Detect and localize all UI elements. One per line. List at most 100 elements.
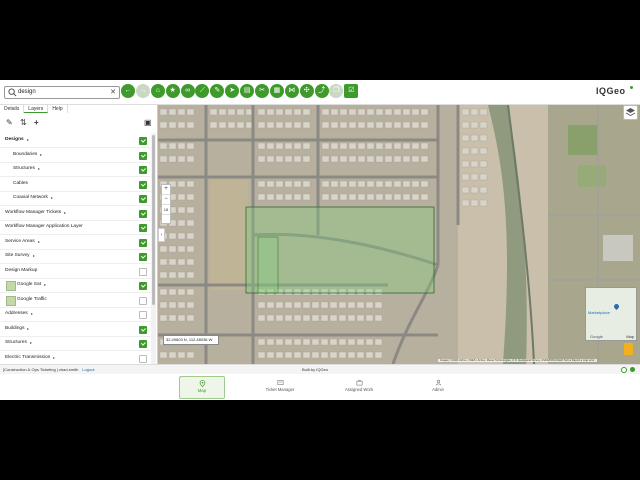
app-window: design ✕ ← → ⌂ ★ ∞ ⟋ ✎ ➤ ▤ ✂ ▦ ⋈ ✣ ⤴ ❐ ☑ IQGeo Details … — [0, 80, 640, 400]
overview-minimap[interactable]: Marketplace Google Map — [585, 287, 637, 341]
expand-arrow-icon[interactable]: ▸ — [27, 322, 29, 336]
scissors-icon: ✂ — [259, 87, 265, 94]
search-input[interactable]: design ✕ — [4, 86, 120, 99]
expand-arrow-icon[interactable]: ▸ — [40, 148, 42, 162]
layer-row[interactable]: Google Sat ▸ — [0, 278, 151, 293]
layer-row[interactable]: Electric Transmission ▸ — [0, 351, 151, 365]
layer-visibility-checkbox[interactable] — [139, 354, 147, 363]
link-button[interactable]: ∞ — [180, 84, 195, 98]
layer-row[interactable]: Addresses ▸ — [0, 307, 151, 322]
copy-button[interactable]: ❐ — [329, 84, 344, 98]
admin-icon — [435, 379, 441, 386]
layer-visibility-checkbox[interactable] — [139, 137, 147, 145]
layer-visibility-checkbox[interactable] — [139, 238, 147, 247]
layer-visibility-checkbox[interactable] — [139, 325, 147, 334]
network-button[interactable]: ⋈ — [284, 84, 299, 98]
nav-map[interactable]: Map — [179, 376, 225, 399]
minimap-label: Marketplace — [588, 310, 610, 315]
tab-help[interactable]: Help — [48, 105, 68, 113]
map-view[interactable] — [158, 105, 640, 364]
nav-admin-label: Admin — [432, 387, 444, 392]
expand-arrow-icon[interactable]: ▸ — [51, 191, 53, 205]
trace-button[interactable]: ✣ — [299, 84, 314, 98]
expand-arrow-icon[interactable]: ▸ — [31, 307, 33, 321]
zoom-in-button[interactable]: + — [162, 185, 170, 195]
edit-icon[interactable]: ✎ — [6, 118, 13, 128]
layer-visibility-checkbox[interactable] — [139, 209, 147, 218]
expand-arrow-icon[interactable]: ▸ — [53, 351, 55, 365]
tab-layers[interactable]: Layers — [24, 105, 49, 113]
search-value[interactable]: design — [18, 88, 36, 97]
layer-row[interactable]: Buildings ▸ — [0, 322, 151, 337]
layer-visibility-checkbox[interactable] — [139, 340, 147, 348]
layer-row[interactable]: Site Survey ▸ — [0, 249, 151, 264]
layer-row[interactable]: Workflow Manager Application Layer — [0, 220, 151, 235]
briefcase-icon — [356, 380, 362, 386]
back-icon: ← — [124, 87, 132, 94]
layer-visibility-checkbox[interactable] — [139, 296, 147, 305]
zoom-out-button[interactable]: − — [162, 195, 170, 205]
table-button[interactable]: ▦ — [269, 84, 284, 98]
layer-visibility-checkbox[interactable] — [139, 166, 147, 174]
satellite-imagery[interactable] — [158, 105, 640, 364]
minimap-map-label: Map — [626, 334, 634, 339]
layer-visibility-checkbox[interactable] — [139, 253, 147, 261]
layer-row[interactable]: Design Markup — [0, 264, 151, 279]
expand-arrow-icon[interactable]: ▸ — [44, 278, 46, 292]
home-button[interactable]: ⌂ — [150, 84, 165, 98]
layer-visibility-checkbox[interactable] — [139, 224, 147, 232]
navigate-button[interactable]: ➤ — [225, 84, 240, 98]
layer-row[interactable]: Service Areas ▸ — [0, 235, 151, 250]
logout-link[interactable]: Logout — [82, 367, 94, 372]
street-view-pegman-icon[interactable] — [624, 343, 633, 355]
map-pin-icon — [199, 380, 205, 387]
layer-label: Addresses — [5, 311, 28, 316]
expand-arrow-icon[interactable]: ▸ — [33, 249, 35, 263]
nav-admin[interactable]: Admin — [416, 376, 460, 397]
expand-arrow-icon[interactable]: ▸ — [38, 162, 40, 176]
forward-button[interactable]: → — [135, 84, 150, 98]
layer-row[interactable]: Designs ▸ — [0, 133, 151, 148]
layer-list: Designs ▸ Boundaries ▸ Structures ▸ Cables Coax… — [0, 133, 151, 364]
map-layers-button[interactable] — [623, 105, 638, 120]
expand-arrow-icon[interactable]: ▸ — [64, 206, 66, 220]
layer-row[interactable]: Structures ▸ — [0, 336, 151, 351]
layer-row[interactable]: Google Traffic — [0, 293, 151, 308]
ruler-button[interactable]: ⟋ — [195, 84, 210, 98]
scrollbar-thumb[interactable] — [152, 135, 155, 305]
nav-assigned-work[interactable]: Assigned Work — [337, 376, 381, 397]
collapse-panel-button[interactable]: ‹ — [158, 228, 165, 242]
share-button[interactable]: ⤴ — [314, 84, 329, 98]
add-layer-icon[interactable]: + — [34, 118, 39, 128]
print-button[interactable]: ▤ — [240, 84, 255, 98]
layer-row[interactable]: Coaxial Network ▸ — [0, 191, 151, 206]
ruler-icon: ⟋ — [200, 87, 205, 94]
layer-visibility-checkbox[interactable] — [139, 151, 147, 160]
pencil-button[interactable]: ✎ — [210, 84, 225, 98]
scissors-button[interactable]: ✂ — [255, 84, 270, 98]
layer-label: Workflow Manager Application Layer — [5, 224, 83, 229]
close-icon[interactable]: ✕ — [110, 87, 116, 98]
layer-row[interactable]: Structures ▸ — [0, 162, 151, 177]
layer-list-scrollbar[interactable] — [151, 133, 156, 364]
bottom-navigation: Map Ticket Manager Assigned Work Admin — [0, 374, 640, 400]
pencil-icon: ✎ — [214, 87, 221, 94]
layer-row[interactable]: Workflow Manager Tickets ▸ — [0, 206, 151, 221]
layer-row[interactable]: Boundaries ▸ — [0, 148, 151, 163]
expand-arrow-icon[interactable]: ▸ — [30, 336, 32, 350]
back-button[interactable]: ← — [121, 84, 135, 98]
sort-icon[interactable]: ⇅ — [20, 118, 27, 128]
layer-row[interactable]: Cables — [0, 177, 151, 192]
layer-visibility-checkbox[interactable] — [139, 180, 147, 189]
layer-visibility-checkbox[interactable] — [139, 311, 147, 319]
expand-arrow-icon[interactable]: ▸ — [27, 133, 29, 147]
save-icon[interactable]: ▣ — [144, 118, 152, 128]
star-button[interactable]: ★ — [165, 84, 180, 98]
tab-details[interactable]: Details — [0, 105, 25, 113]
checklist-button[interactable]: ☑ — [344, 84, 359, 98]
nav-ticket-manager[interactable]: Ticket Manager — [258, 376, 302, 397]
layer-visibility-checkbox[interactable] — [139, 267, 147, 276]
layer-visibility-checkbox[interactable] — [139, 282, 147, 290]
expand-arrow-icon[interactable]: ▸ — [38, 235, 40, 249]
layer-visibility-checkbox[interactable] — [139, 195, 147, 203]
